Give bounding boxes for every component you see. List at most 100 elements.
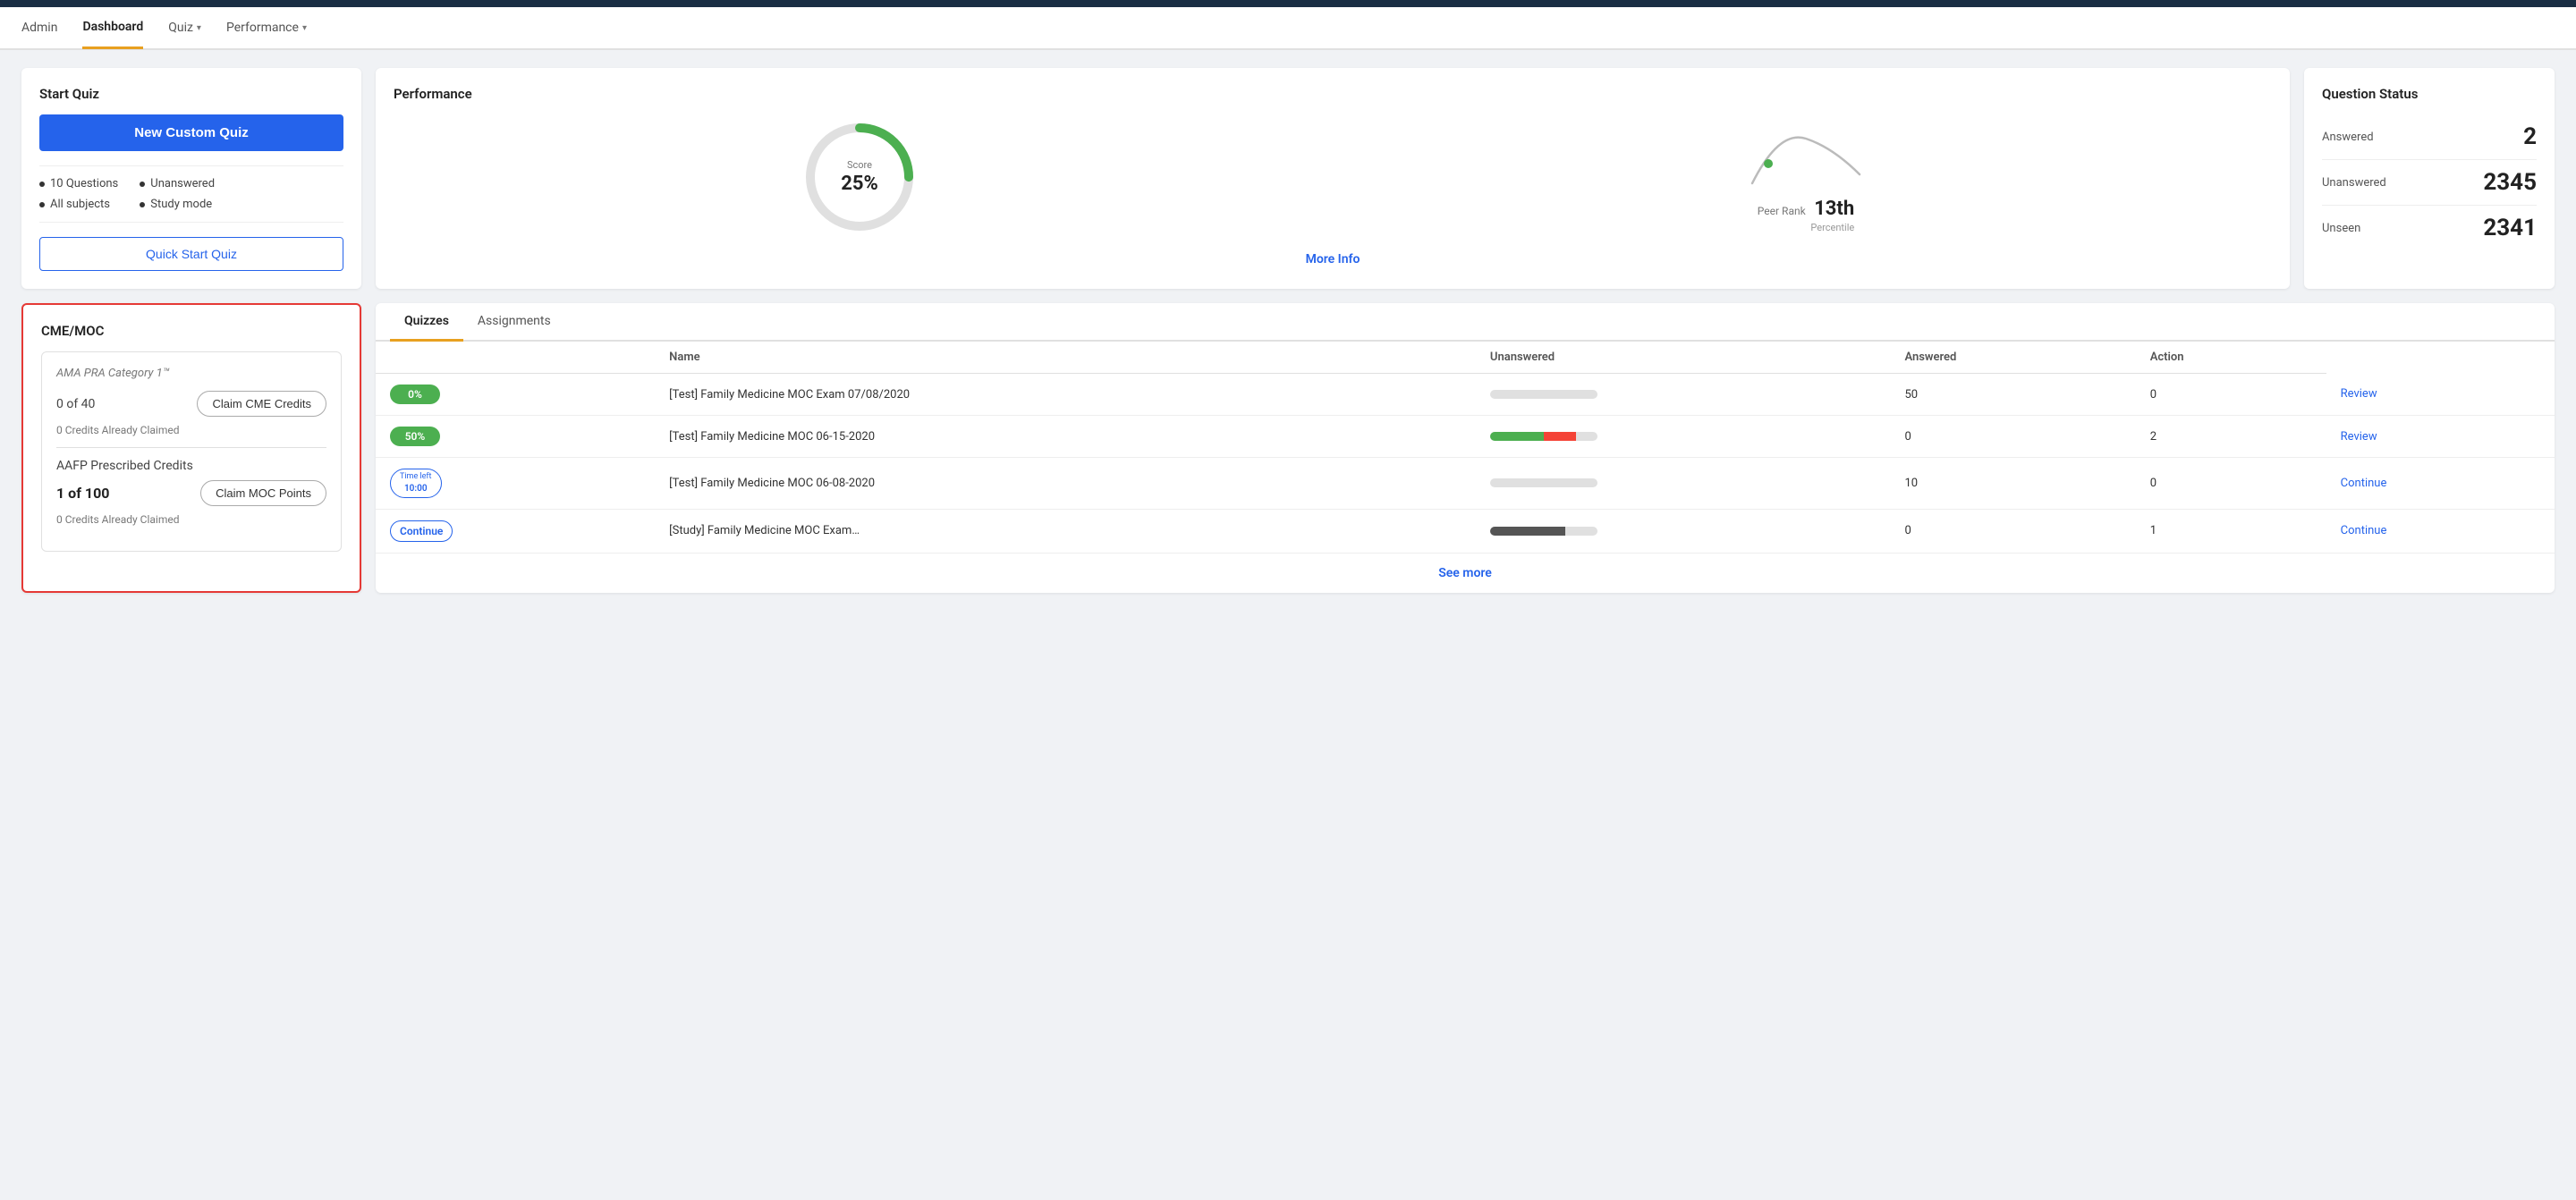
performance-card: Performance Score 25% — [376, 68, 2290, 289]
unanswered-label: Unanswered — [2322, 176, 2386, 190]
quiz-action-cell-2: Review — [2326, 416, 2555, 458]
claim-cme-credits-button[interactable]: Claim CME Credits — [197, 391, 326, 417]
quiz-name-2: [Test] Family Medicine MOC 06-15-2020 — [655, 416, 1476, 458]
quizzes-card: Quizzes Assignments Name Unanswered Answ… — [376, 303, 2555, 593]
bullet-icon — [140, 202, 145, 207]
quiz-answered-4: 1 — [2136, 509, 2326, 553]
performance-title: Performance — [394, 86, 2272, 102]
col-unanswered: Unanswered — [1476, 342, 1891, 374]
performance-inner: Score 25% Peer Rank 13th — [394, 114, 2272, 240]
new-custom-quiz-button[interactable]: New Custom Quiz — [39, 114, 343, 151]
score-section: Score 25% — [394, 114, 1326, 240]
answered-label: Answered — [2322, 131, 2374, 144]
bullet-icon — [39, 202, 45, 207]
donut-center: Score 25% — [841, 159, 878, 195]
nav-quiz[interactable]: Quiz ▾ — [168, 8, 201, 47]
quiz-progress-cell-2 — [1476, 416, 1891, 458]
question-status-title: Question Status — [2322, 86, 2537, 102]
quiz-badge-3: Time left 10:00 — [390, 469, 442, 498]
score-value: 25% — [841, 173, 878, 195]
cme-category-1-label: AMA PRA Category 1™ — [56, 367, 326, 380]
quiz-option-col-2: Unanswered Study mode — [140, 177, 215, 211]
bullet-icon — [140, 182, 145, 187]
cme-category-1-row: 0 of 40 Claim CME Credits — [56, 391, 326, 417]
cme-category-2-label: AAFP Prescribed Credits — [56, 459, 326, 473]
cme-category-2-row: 1 of 100 Claim MOC Points — [56, 480, 326, 506]
peer-rank-label: Peer Rank — [1758, 205, 1806, 217]
quiz-action-cell-1: Review — [2326, 374, 2555, 416]
progress-green-2 — [1490, 432, 1544, 441]
quiz-unanswered-2: 0 — [1890, 416, 2135, 458]
quiz-action-cell-4: Continue — [2326, 509, 2555, 553]
donut-chart: Score 25% — [797, 114, 922, 240]
quiz-progress-cell-4 — [1476, 509, 1891, 553]
unseen-value: 2341 — [2483, 215, 2537, 241]
tab-quizzes[interactable]: Quizzes — [390, 303, 463, 342]
start-quiz-title: Start Quiz — [39, 86, 343, 102]
nav-bar: Admin Dashboard Quiz ▾ Performance ▾ — [0, 7, 2576, 50]
peer-rank-info: Peer Rank 13th Percentile — [1758, 198, 1854, 233]
answered-value: 2 — [2523, 123, 2537, 150]
cme-category-1-credits: 0 Credits Already Claimed — [56, 424, 326, 436]
nav-performance[interactable]: Performance ▾ — [226, 8, 307, 47]
tabs-bar: Quizzes Assignments — [376, 303, 2555, 342]
unseen-label: Unseen — [2322, 222, 2360, 235]
unseen-row: Unseen 2341 — [2322, 206, 2537, 250]
quiz-option-col-1: 10 Questions All subjects — [39, 177, 118, 211]
quiz-badge-cell-3: Time left 10:00 — [376, 458, 655, 510]
main-content: Start Quiz New Custom Quiz 10 Questions … — [0, 50, 2576, 611]
bottom-row: CME/MOC AMA PRA Category 1™ 0 of 40 Clai… — [21, 303, 2555, 593]
quiz-progress-cell-3 — [1476, 458, 1891, 510]
quiz-option-unanswered: Unanswered — [140, 177, 215, 190]
quiz-table: Name Unanswered Answered Action 0% [Test… — [376, 342, 2555, 553]
performance-chevron-icon: ▾ — [302, 23, 307, 33]
cme-title: CME/MOC — [41, 323, 342, 339]
quiz-action-4[interactable]: Continue — [2341, 524, 2387, 537]
quiz-action-1[interactable]: Review — [2341, 387, 2377, 401]
quiz-option-study-mode: Study mode — [140, 198, 215, 211]
quiz-answered-3: 0 — [2136, 458, 2326, 510]
quiz-name-3: [Test] Family Medicine MOC 06-08-2020 — [655, 458, 1476, 510]
quiz-name-4: [Study] Family Medicine MOC Exam… — [655, 509, 1476, 553]
quiz-action-3[interactable]: Continue — [2341, 477, 2387, 490]
quiz-badge-2: 50% — [390, 427, 440, 446]
bullet-icon — [39, 182, 45, 187]
quiz-badge-cell-2: 50% — [376, 416, 655, 458]
claim-moc-points-button[interactable]: Claim MOC Points — [200, 480, 326, 506]
quiz-name-1: [Test] Family Medicine MOC Exam 07/08/20… — [655, 374, 1476, 416]
col-badge — [376, 342, 655, 374]
peer-rank-section: Peer Rank 13th Percentile — [1340, 121, 2272, 233]
unanswered-value: 2345 — [2483, 169, 2537, 196]
progress-bar-3 — [1490, 478, 1597, 487]
cme-inner: AMA PRA Category 1™ 0 of 40 Claim CME Cr… — [41, 351, 342, 552]
unanswered-row: Unanswered 2345 — [2322, 160, 2537, 206]
top-bar — [0, 0, 2576, 7]
quiz-action-2[interactable]: Review — [2341, 430, 2377, 444]
time-left-value: 10:00 — [404, 483, 428, 494]
nav-admin[interactable]: Admin — [21, 8, 57, 47]
quiz-action-cell-3: Continue — [2326, 458, 2555, 510]
progress-red-2 — [1544, 432, 1576, 441]
quiz-row-4: Continue [Study] Family Medicine MOC Exa… — [376, 509, 2555, 553]
quiz-unanswered-1: 50 — [1890, 374, 2135, 416]
quiz-option-questions: 10 Questions — [39, 177, 118, 190]
nav-dashboard[interactable]: Dashboard — [82, 7, 143, 49]
top-row: Start Quiz New Custom Quiz 10 Questions … — [21, 68, 2555, 289]
quiz-badge-cell-1: 0% — [376, 374, 655, 416]
see-more-link[interactable]: See more — [376, 553, 2555, 593]
quiz-badge-4: Continue — [390, 520, 453, 542]
quiz-row-2: 50% [Test] Family Medicine MOC 06-15-202… — [376, 416, 2555, 458]
quick-start-quiz-button[interactable]: Quick Start Quiz — [39, 237, 343, 271]
col-answered: Answered — [1890, 342, 2135, 374]
score-label: Score — [841, 159, 878, 171]
progress-dark-4 — [1490, 527, 1565, 536]
more-info-link[interactable]: More Info — [394, 252, 2272, 266]
peer-rank-sub: Percentile — [1758, 222, 1854, 233]
quiz-answered-1: 0 — [2136, 374, 2326, 416]
progress-bar-4 — [1490, 527, 1597, 536]
quiz-unanswered-cell-1 — [1476, 374, 1891, 416]
tab-assignments[interactable]: Assignments — [463, 303, 565, 342]
start-quiz-card: Start Quiz New Custom Quiz 10 Questions … — [21, 68, 361, 289]
quiz-unanswered-3: 10 — [1890, 458, 2135, 510]
col-action: Action — [2136, 342, 2326, 374]
